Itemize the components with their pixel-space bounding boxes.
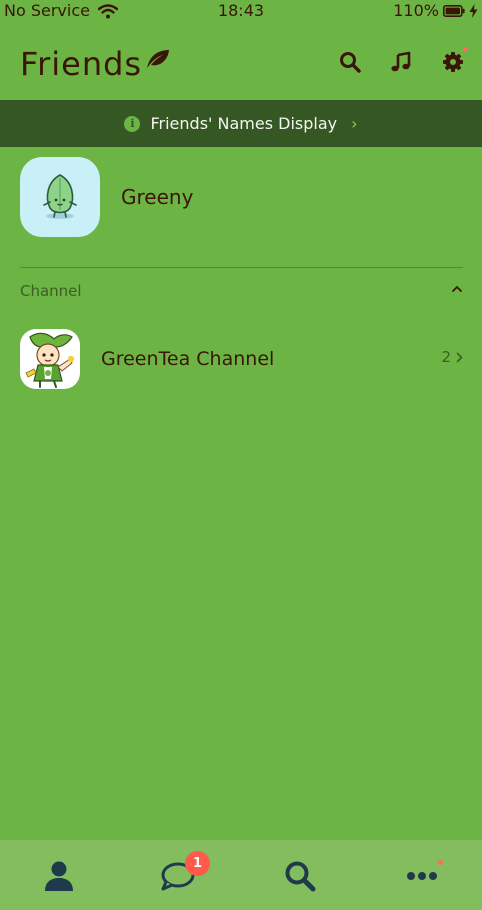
- person-icon: [45, 861, 73, 891]
- settings-notification-dot: [463, 47, 468, 52]
- music-button[interactable]: [388, 49, 414, 75]
- search-button[interactable]: [337, 49, 363, 75]
- chevron-right-icon: [456, 352, 463, 362]
- status-right: 110%: [393, 0, 478, 22]
- avatar[interactable]: [20, 157, 100, 237]
- tab-search[interactable]: [280, 856, 320, 896]
- banner-text: Friends' Names Display: [150, 114, 338, 133]
- more-dots-icon: [407, 872, 437, 880]
- battery-percent: 110%: [393, 1, 439, 20]
- chevron-up-icon[interactable]: [451, 283, 463, 295]
- page-title: Friends: [20, 45, 143, 83]
- chevron-right-icon: ›: [351, 114, 358, 133]
- tab-friends[interactable]: [39, 856, 79, 896]
- channel-name: GreenTea Channel: [101, 348, 275, 370]
- info-icon: i: [124, 115, 141, 132]
- names-display-banner[interactable]: i Friends' Names Display ›: [0, 100, 482, 147]
- carrier-label: No Service: [4, 1, 90, 20]
- music-icon: [391, 51, 411, 72]
- status-bar: No Service 18:43 110%: [0, 0, 482, 22]
- unread-badge: 1: [185, 851, 210, 876]
- leaf-character-icon: [43, 174, 77, 219]
- gear-icon: [443, 52, 463, 72]
- list-item[interactable]: GreenTea Channel 2: [20, 329, 463, 389]
- green-tea-mascot-icon: [25, 332, 75, 388]
- channel-count-value: 2: [441, 348, 451, 366]
- tab-more[interactable]: [402, 856, 442, 896]
- search-icon: [285, 861, 316, 892]
- channel-avatar: [20, 329, 80, 389]
- tab-bar: [0, 840, 482, 910]
- channel-count: 2: [441, 348, 463, 366]
- settings-button[interactable]: [440, 49, 466, 75]
- charging-bolt-icon: [469, 4, 478, 18]
- more-notification-dot: [438, 860, 443, 865]
- channel-section-header[interactable]: Channel: [20, 278, 463, 304]
- leaf-icon: [147, 50, 169, 68]
- header: Friends: [0, 40, 482, 86]
- search-icon: [340, 52, 361, 73]
- profile-name: Greeny: [121, 185, 194, 209]
- battery-icon: [443, 5, 465, 17]
- my-profile-row[interactable]: Greeny: [20, 157, 462, 237]
- section-label: Channel: [20, 282, 82, 300]
- divider: [20, 267, 463, 268]
- wifi-icon: [97, 3, 118, 18]
- status-left: No Service: [4, 0, 118, 22]
